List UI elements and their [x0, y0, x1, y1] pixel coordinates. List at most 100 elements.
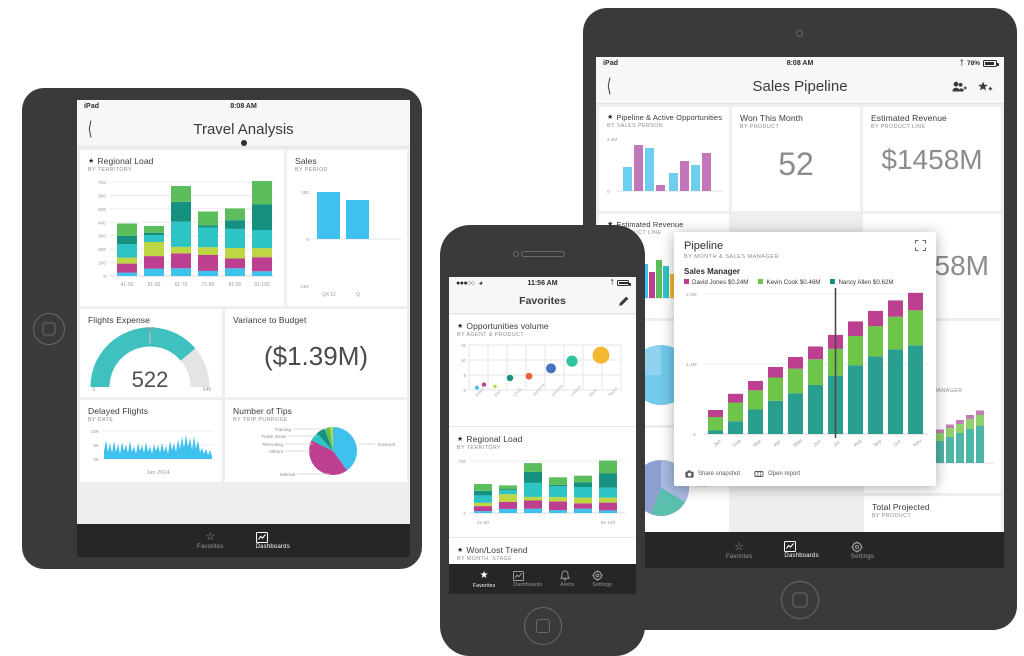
card-sales-period[interactable]: Sales BY PERIOD 250 0 -250 Q4 12 Q [287, 150, 407, 306]
card-title: Estimated Revenue [871, 113, 947, 123]
svg-text:0: 0 [93, 387, 96, 393]
card-subtitle: BY DATE [88, 417, 114, 423]
card-won-this-month[interactable]: Won This Month BY PRODUCT 52 [732, 107, 860, 211]
svg-text:Jun: Jun [812, 439, 822, 449]
legend-item-kevin-cook[interactable]: Kevin Cook $0.46M [758, 279, 820, 286]
svg-text:5: 5 [463, 373, 466, 378]
ipad-left-status-bar: iPad 8:08 AM [77, 100, 410, 113]
svg-text:Jul: Jul [832, 440, 841, 449]
tab-dashboards[interactable]: Dashboards [768, 541, 834, 559]
gear-icon [592, 570, 612, 581]
gauge-svg: 345 0 645 522 [90, 327, 212, 393]
svg-text:100: 100 [98, 261, 106, 267]
camera-icon [685, 470, 694, 478]
svg-text:645: 645 [203, 387, 212, 393]
card-pipeline-active-opportunities[interactable]: ★ Pipeline & Active Opportunities BY SAL… [599, 107, 729, 211]
opportunities-volume-chart: 15 10 5 0 Adam Bert Chris Jasmine Jessic… [453, 341, 632, 424]
card-regional-load[interactable]: ★ Regional Load BY TERRITORY 700 600 500… [80, 150, 284, 306]
ipad-left-tabbar: ☆ Favorites Dashboards [77, 524, 410, 557]
svg-text:15: 15 [461, 343, 467, 348]
pencil-icon[interactable] [618, 296, 629, 307]
svg-text:41-50: 41-50 [121, 282, 134, 288]
legend-item-nancy-allen[interactable]: Nancy Allen $0.62M [830, 279, 894, 286]
front-camera-icon [796, 30, 803, 37]
tab-favorites[interactable]: ★ Favorites [464, 570, 504, 589]
iphone-regional-load-chart: 700 0 41-50 91-100 [453, 454, 632, 535]
screenshot-stage: iPad 8:08 AM ⟨ Travel Analysis ★ Regiona… [0, 0, 1024, 656]
tab-alerts[interactable]: Alerts [551, 570, 583, 588]
star-outline-icon: ☆ [734, 540, 745, 553]
svg-text:Internal: Internal [280, 472, 295, 477]
number-of-tips-pie: Training Trade Show Recruiting Others Ex… [225, 422, 407, 481]
ipad-right-status-bar: iPad 8:08 AM ᛏ 78% [596, 57, 1004, 70]
expand-icon[interactable] [914, 239, 927, 252]
card-number-of-tips[interactable]: Number of Tips BY TRIP PURPOSE Training … [225, 400, 407, 482]
add-people-icon[interactable] [952, 81, 967, 93]
card-title: Sales [295, 156, 317, 166]
legend-value: $0.24M [727, 279, 749, 286]
ipad-right-home-button[interactable] [781, 581, 819, 619]
svg-text:10: 10 [461, 358, 467, 363]
star-icon: ★ [457, 435, 464, 443]
card-delayed-flights[interactable]: Delayed Flights BY DATE 10K 5K 0K Jan 2014 [80, 400, 222, 482]
tab-dashboards[interactable]: Dashboards [504, 570, 551, 588]
opportunities-volume-svg: 151050 Adam Bert Chris Jasmine Jessica L… [461, 343, 622, 398]
tab-dashboards[interactable]: Dashboards [240, 531, 306, 550]
card-subtitle: BY TERRITORY [457, 445, 502, 451]
tab-label: Dashboards [513, 581, 543, 588]
gear-icon [851, 540, 874, 553]
chart-icon [513, 570, 542, 581]
svg-text:Nov: Nov [912, 438, 923, 449]
card-subtitle: BY SALES PERSON [607, 123, 664, 129]
popup-legend-title: Sales Manager [684, 267, 741, 276]
star-icon: ★ [457, 546, 464, 554]
variance-value: ($1.39M) [263, 341, 369, 371]
tab-favorites[interactable]: ☆ Favorites [181, 531, 239, 550]
legend-item-david-jones[interactable]: David Jones $0.24M [684, 279, 748, 286]
card-variance-to-budget[interactable]: Variance to Budget ($1.39M) [225, 309, 407, 397]
svg-text:Apr: Apr [772, 439, 782, 449]
y-top: 2.4M [607, 137, 617, 142]
card-title: Delayed Flights [88, 406, 149, 416]
card-title-text: Regional Load [97, 156, 154, 166]
svg-text:Q4 12: Q4 12 [322, 292, 336, 298]
svg-text:61-70: 61-70 [175, 282, 188, 288]
pipeline-popup[interactable]: Pipeline BY MONTH & SALES MANAGER Sales … [674, 232, 936, 486]
iphone-dashboard: ★ Opportunities volume BY AGENT & PRODUC… [449, 315, 636, 594]
card-opportunities-volume[interactable]: ★ Opportunities volume BY AGENT & PRODUC… [449, 315, 636, 427]
share-snapshot-button[interactable]: Share snapshot [685, 470, 740, 478]
ipad-left-home-button[interactable] [33, 312, 65, 345]
tab-favorites[interactable]: ☆ Favorites [710, 541, 768, 560]
ipad-left-device: iPad 8:08 AM ⟨ Travel Analysis ★ Regiona… [22, 88, 422, 569]
star-outline-icon: ☆ [205, 531, 216, 543]
won-this-month-value: 52 [778, 146, 814, 182]
card-title-text: Pipeline & Active Opportunities [616, 113, 723, 122]
card-title: Flights Expense [88, 315, 150, 325]
chevron-left-icon[interactable]: ⟨ [601, 77, 618, 96]
status-time: 11:56 AM [527, 279, 558, 287]
y-bottom: 0 [607, 189, 610, 194]
popup-title: Pipeline [684, 240, 724, 252]
card-flights-expense[interactable]: Flights Expense 345 0 645 522 [80, 309, 222, 397]
pipeline-active-svg: 2.4M 0 [607, 137, 723, 194]
card-subtitle: BY MONTH, STAGE [457, 556, 513, 562]
iphone-home-button[interactable] [523, 607, 562, 645]
card-regional-load[interactable]: ★ Regional Load BY TERRITORY 700 0 41-50… [449, 428, 636, 538]
svg-text:Mick: Mick [588, 387, 598, 398]
card-estimated-revenue[interactable]: Estimated Revenue BY PRODUCT LINE $1458M [863, 107, 1001, 211]
popup-legend: David Jones $0.24M Kevin Cook $0.46M Nan… [684, 279, 926, 286]
status-time: 8:08 AM [230, 103, 257, 110]
open-report-button[interactable]: Open report [754, 470, 800, 478]
svg-text:1.2M: 1.2M [686, 362, 697, 368]
star-icon: ★ [457, 322, 464, 330]
svg-text:Jan: Jan [712, 439, 722, 449]
tab-settings[interactable]: Settings [583, 570, 621, 588]
svg-text:522: 522 [132, 367, 169, 392]
svg-text:Q: Q [356, 292, 360, 298]
card-title: Total Projected [872, 502, 930, 512]
svg-text:300: 300 [98, 234, 106, 240]
svg-text:Trade Show: Trade Show [261, 434, 286, 439]
star-icon: ★ [88, 157, 95, 165]
add-favorite-icon[interactable] [978, 81, 993, 93]
tab-settings[interactable]: Settings [835, 540, 890, 560]
